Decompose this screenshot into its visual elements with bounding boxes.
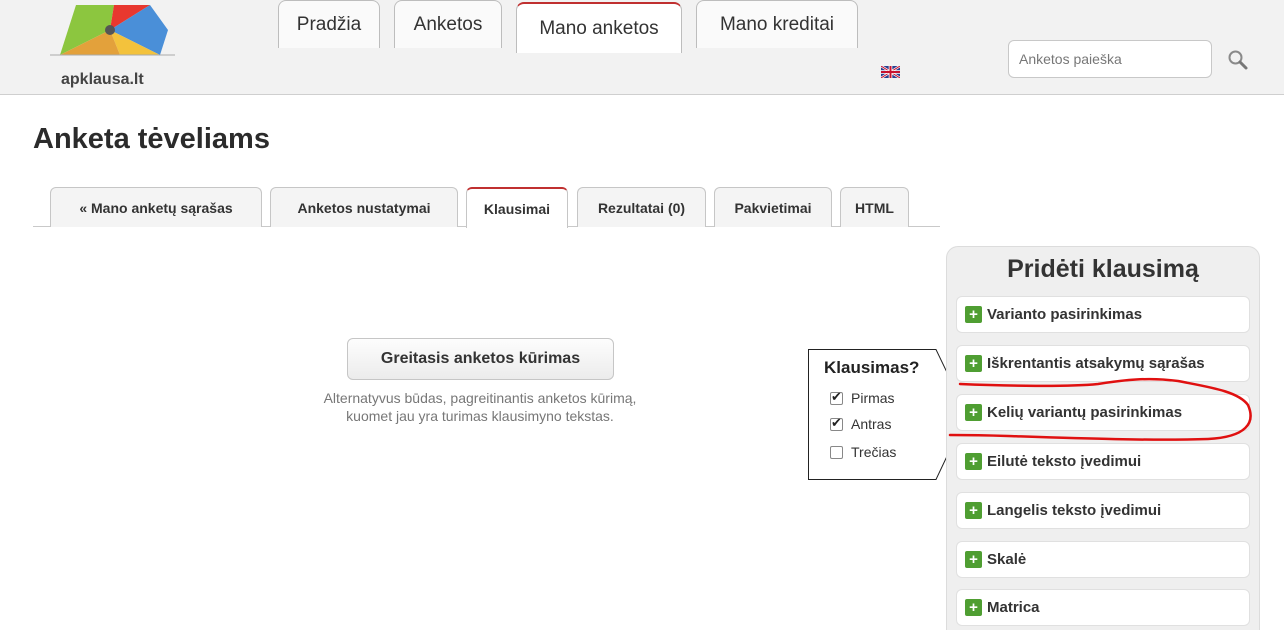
add-scale-button[interactable]: + Skalė <box>956 541 1250 578</box>
quick-create-description: Alternatyvus būdas, pagreitinantis anket… <box>323 390 637 424</box>
plus-icon: + <box>965 404 982 421</box>
plus-icon: + <box>965 502 982 519</box>
add-dropdown-button[interactable]: + Iškrentantis atsakymų sąrašas <box>956 345 1250 382</box>
add-multiple-choice-button[interactable]: + Kelių variantų pasirinkimas <box>956 394 1250 431</box>
item-label: Varianto pasirinkimas <box>987 306 1143 323</box>
item-label: Langelis teksto įvedimui <box>987 502 1162 519</box>
callout-option-trecias: Trečias <box>830 444 896 460</box>
page-title: Anketa tėveliams <box>33 123 270 155</box>
logo-text[interactable]: apklausa.lt <box>61 71 144 89</box>
add-text-area-button[interactable]: + Langelis teksto įvedimui <box>956 492 1250 529</box>
plus-icon: + <box>965 306 982 323</box>
callout-option-antras: Antras <box>830 415 892 432</box>
callout-title: Klausimas? <box>824 358 920 377</box>
item-label: Iškrentantis atsakymų sąrašas <box>987 355 1205 372</box>
callout-option-pirmas: Pirmas <box>830 389 895 406</box>
plus-icon: + <box>965 551 982 568</box>
option-label: Trečias <box>851 444 897 460</box>
panel-title: Pridėti klausimą <box>1007 255 1199 283</box>
checkbox-icon <box>830 445 843 459</box>
uk-flag-icon[interactable] <box>880 64 901 80</box>
item-label: Kelių variantų pasirinkimas <box>987 404 1183 421</box>
tab-mano-kreditai[interactable]: Mano kreditai <box>696 0 858 48</box>
tab-mano-anketu-sarasas[interactable]: « Mano anketų sąrašas <box>50 187 262 227</box>
plus-icon: + <box>965 355 982 372</box>
add-single-choice-button[interactable]: + Varianto pasirinkimas <box>956 296 1250 333</box>
add-text-line-button[interactable]: + Eilutė teksto įvedimui <box>956 443 1250 480</box>
item-label: Matrica <box>987 599 1040 616</box>
checkbox-icon <box>830 415 843 431</box>
tab-pradzia[interactable]: Pradžia <box>278 0 380 48</box>
magnifier-icon[interactable] <box>1226 48 1250 72</box>
item-label: Eilutė teksto įvedimui <box>987 453 1142 470</box>
option-label: Antras <box>851 416 892 432</box>
checkbox-icon <box>830 389 843 405</box>
plus-icon: + <box>965 453 982 470</box>
tab-anketos[interactable]: Anketos <box>394 0 502 48</box>
option-label: Pirmas <box>851 390 895 406</box>
tab-mano-anketos[interactable]: Mano anketos <box>516 2 682 53</box>
search-input[interactable] <box>1008 40 1212 78</box>
quick-create-button[interactable]: Greitasis anketos kūrimas <box>347 338 614 380</box>
tab-pakvietimai[interactable]: Pakvietimai <box>714 187 832 227</box>
tab-rezultatai[interactable]: Rezultatai (0) <box>577 187 706 227</box>
tab-html[interactable]: HTML <box>840 187 909 227</box>
plus-icon: + <box>965 599 982 616</box>
add-matrix-button[interactable]: + Matrica <box>956 589 1250 626</box>
tab-klausimai[interactable]: Klausimai <box>466 187 568 228</box>
tab-anketos-nustatymai[interactable]: Anketos nustatymai <box>270 187 458 227</box>
item-label: Skalė <box>987 551 1027 568</box>
